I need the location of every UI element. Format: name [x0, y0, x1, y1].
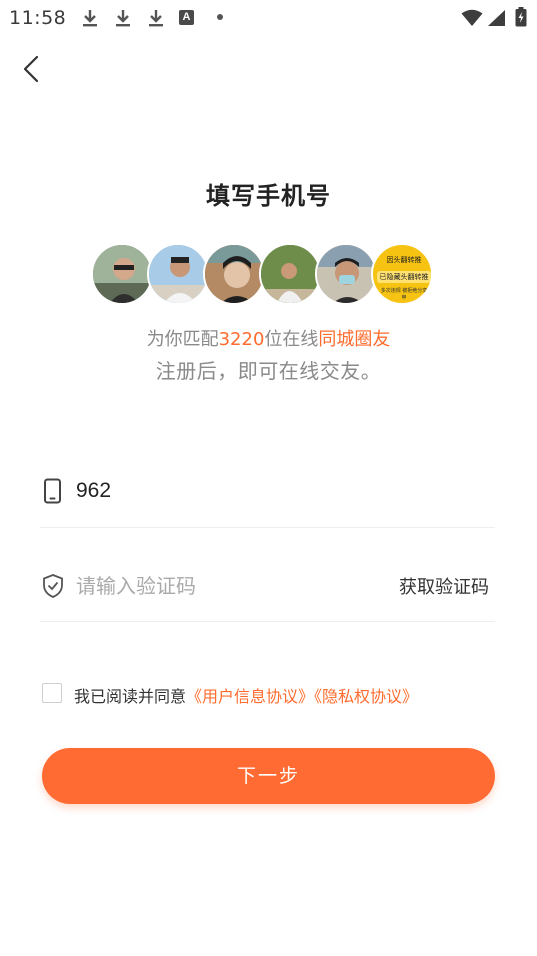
match-highlight: 同城圈友	[318, 329, 391, 350]
battery-charging-icon	[515, 7, 527, 31]
avatar-group: 因头翻转推 已隐藏头翻转推 多次违规 被拒绝分享申	[91, 243, 435, 305]
phone-value[interactable]: 962	[76, 479, 111, 503]
phone-field[interactable]: 962	[40, 468, 495, 528]
chevron-left-icon	[23, 55, 39, 83]
phone-icon	[42, 478, 64, 508]
wifi-icon	[461, 9, 483, 31]
avatar	[91, 243, 153, 305]
status-bar: 11:58 A	[0, 0, 537, 36]
shield-check-icon	[41, 573, 65, 603]
agreement-checkbox[interactable]	[42, 683, 62, 703]
page-title: 填写手机号	[206, 182, 331, 210]
a-notification-icon: A	[179, 10, 194, 25]
verification-code-field[interactable]: 获取验证码	[40, 560, 495, 622]
avatar: 因头翻转推 已隐藏头翻转推 多次违规 被拒绝分享申	[371, 243, 433, 305]
dot-icon	[217, 14, 223, 20]
user-agreement-link[interactable]: 《用户信息协议》	[186, 687, 314, 706]
avatar	[259, 243, 321, 305]
status-time: 11:58	[9, 7, 67, 29]
match-prefix: 为你匹配	[146, 329, 219, 350]
download-icon	[80, 8, 100, 32]
avatar	[315, 243, 377, 305]
download-icon	[146, 8, 166, 32]
back-button[interactable]	[18, 54, 48, 84]
match-count: 3220	[218, 329, 265, 350]
match-subtitle: 注册后，即可在线交友。	[155, 359, 382, 383]
privacy-agreement-link[interactable]: 《隐私权协议》	[314, 687, 418, 706]
avatar-badge-line3: 多次违规 被拒绝分享申	[380, 288, 428, 301]
avatar	[203, 243, 265, 305]
agreement-text: 我已阅读并同意《用户信息协议》《隐私权协议》	[74, 683, 418, 707]
avatar-badge-line1: 因头翻转推	[386, 256, 422, 264]
download-icon	[113, 8, 133, 32]
agreement-row: 我已阅读并同意《用户信息协议》《隐私权协议》	[42, 682, 502, 706]
get-code-button[interactable]: 获取验证码	[399, 573, 489, 599]
signal-icon	[486, 9, 506, 31]
avatar-badge-line2: 已隐藏头翻转推	[377, 271, 431, 283]
next-button[interactable]: 下一步	[42, 748, 495, 804]
verification-code-input[interactable]	[76, 570, 336, 602]
avatar	[147, 243, 209, 305]
match-middle: 位在线	[264, 329, 319, 350]
match-line: 为你匹配3220位在线同城圈友	[0, 325, 537, 351]
agreement-label: 我已阅读并同意	[74, 687, 187, 706]
